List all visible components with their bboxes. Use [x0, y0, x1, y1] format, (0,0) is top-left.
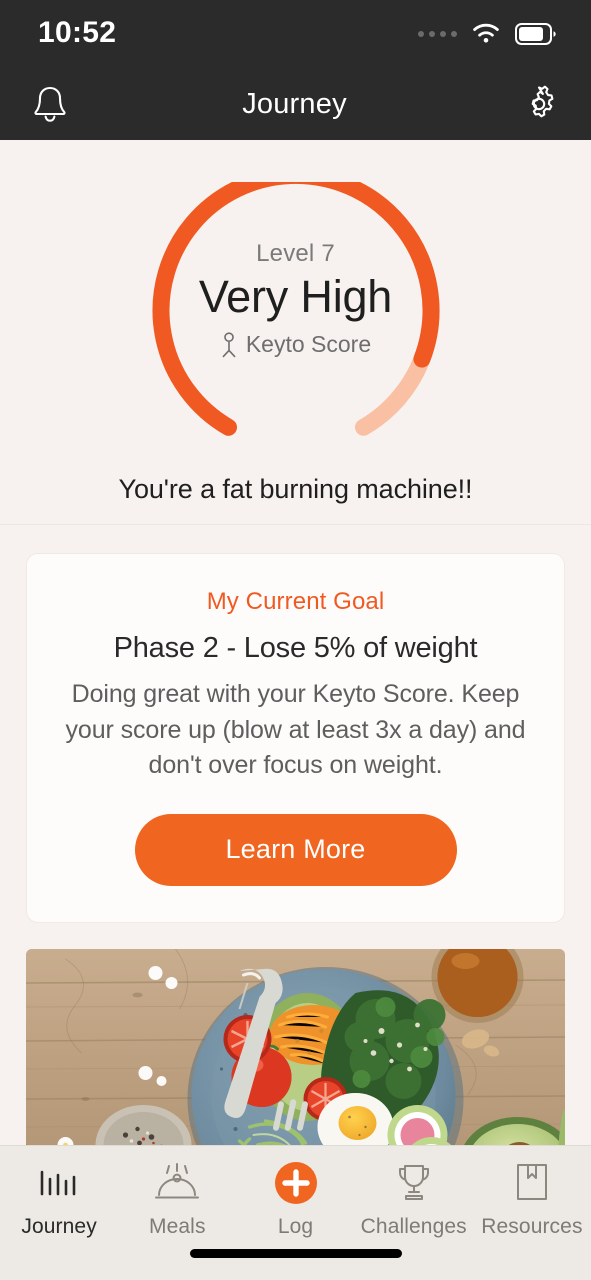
home-indicator	[189, 1249, 402, 1258]
gear-icon	[531, 85, 554, 118]
gauge-score-label: Keyto Score	[245, 331, 372, 358]
tab-log[interactable]: Log	[236, 1160, 354, 1239]
keyto-score-gauge: Level 7 Very High Keyto Score	[146, 182, 446, 450]
bell-icon	[34, 86, 66, 122]
tab-label-meals: Meals	[149, 1215, 206, 1238]
tab-meals[interactable]: Meals	[118, 1160, 236, 1239]
cloche-icon	[152, 1160, 202, 1206]
tab-label-challenges: Challenges	[360, 1215, 467, 1238]
goal-description: Doing great with your Keyto Score. Keep …	[65, 680, 526, 779]
gauge-score-row: Keyto Score	[146, 331, 446, 358]
person-icon	[222, 332, 236, 358]
gauge-level-label: Level 7	[256, 240, 335, 267]
current-goal-card: My Current Goal Phase 2 - Lose 5% of wei…	[26, 553, 565, 923]
wifi-icon	[473, 23, 499, 43]
bar-chart-icon	[37, 1160, 81, 1206]
gauge-readout: Level 7 Very High Keyto Score	[146, 240, 446, 358]
trophy-icon	[392, 1160, 436, 1206]
learn-more-button[interactable]: Learn More	[134, 813, 457, 886]
goal-kicker: My Current Goal	[206, 588, 385, 615]
status-indicators	[418, 23, 557, 45]
notifications-button[interactable]	[24, 78, 76, 130]
status-bar: 10:52	[0, 0, 591, 68]
bookmark-book-icon	[513, 1160, 551, 1206]
tab-journey[interactable]: Journey	[0, 1160, 118, 1239]
plus-circle-icon	[274, 1160, 318, 1206]
tab-label-resources: Resources	[481, 1215, 583, 1238]
bottom-tab-bar: Journey Meals Log Challenges Resources	[0, 1145, 591, 1280]
gauge-value-label: Very High	[198, 271, 393, 322]
keyto-score-hero: Level 7 Very High Keyto Score You're a f…	[0, 140, 591, 525]
settings-button[interactable]	[513, 78, 565, 130]
tab-label-journey: Journey	[21, 1215, 97, 1238]
tab-challenges[interactable]: Challenges	[355, 1160, 473, 1239]
battery-icon	[515, 23, 556, 45]
goal-title: Phase 2 - Lose 5% of weight	[113, 632, 478, 664]
scroll-content: Level 7 Very High Keyto Score You're a f…	[0, 140, 591, 1280]
page-title: Journey	[242, 87, 347, 120]
status-time: 10:52	[38, 16, 117, 49]
app-screen: 10:52 Journey Level 7 Very High Keyto Sc…	[0, 0, 591, 1280]
signal-dots-icon	[418, 31, 457, 37]
tab-resources[interactable]: Resources	[473, 1160, 591, 1239]
navigation-bar: Journey	[0, 68, 591, 140]
tab-label-log: Log	[277, 1215, 314, 1238]
